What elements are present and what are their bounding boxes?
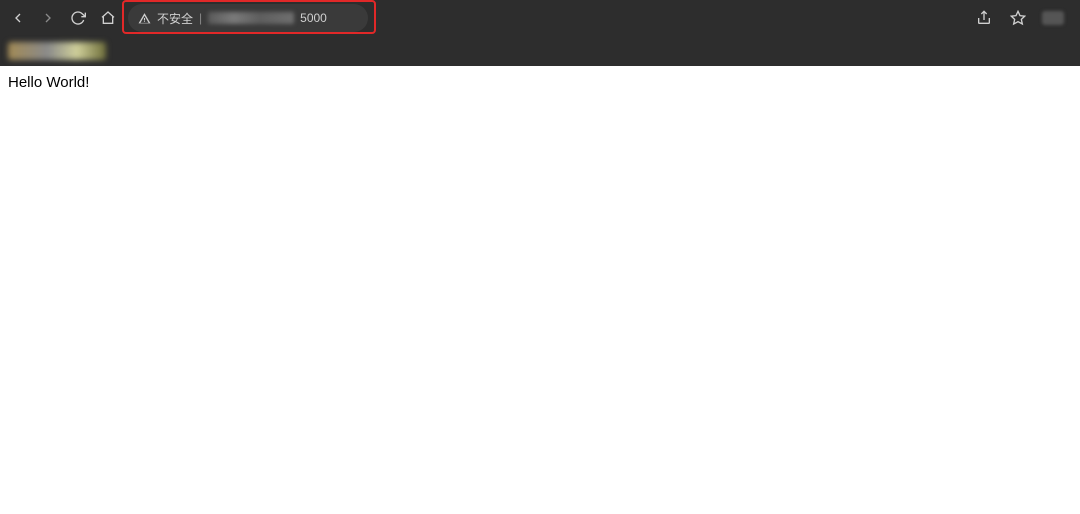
address-port: 5000 bbox=[300, 11, 327, 25]
address-bar[interactable]: 不安全 | 5000 bbox=[128, 4, 368, 32]
bookmark-item-blurred[interactable] bbox=[8, 42, 106, 60]
address-separator: | bbox=[199, 11, 202, 25]
reload-button[interactable] bbox=[68, 8, 88, 28]
bookmark-button[interactable] bbox=[1008, 8, 1028, 28]
back-button[interactable] bbox=[8, 8, 28, 28]
share-icon bbox=[976, 10, 992, 26]
bookmarks-bar bbox=[0, 36, 1080, 66]
extension-badge-blurred[interactable] bbox=[1042, 11, 1064, 25]
page-content: Hello World! bbox=[0, 66, 1080, 514]
reload-icon bbox=[70, 10, 86, 26]
share-button[interactable] bbox=[974, 8, 994, 28]
browser-toolbar: 不安全 | 5000 bbox=[0, 0, 1080, 36]
address-host-blurred bbox=[208, 12, 294, 24]
home-icon bbox=[100, 10, 116, 26]
warning-icon bbox=[138, 12, 151, 25]
forward-button[interactable] bbox=[38, 8, 58, 28]
toolbar-right-group bbox=[974, 8, 1072, 28]
star-icon bbox=[1010, 10, 1026, 26]
security-status: 不安全 bbox=[157, 10, 193, 27]
home-button[interactable] bbox=[98, 8, 118, 28]
address-bar-container: 不安全 | 5000 bbox=[128, 4, 964, 32]
arrow-left-icon bbox=[10, 10, 26, 26]
page-body-text: Hello World! bbox=[8, 74, 89, 91]
arrow-right-icon bbox=[40, 10, 56, 26]
